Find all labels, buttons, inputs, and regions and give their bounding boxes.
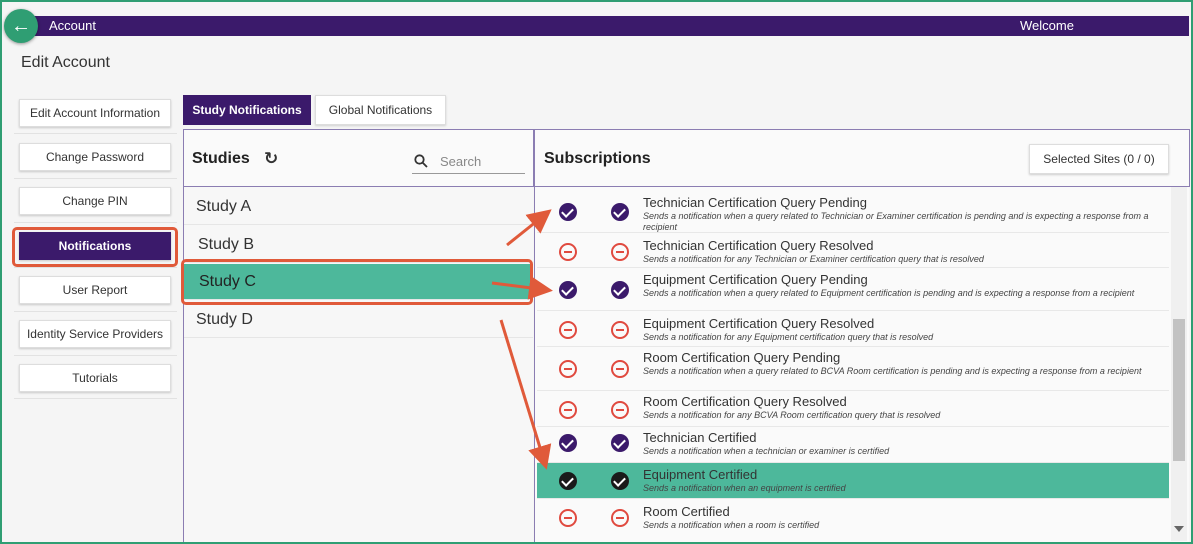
subscription-description: Sends a notification for any Equipment c… <box>643 332 934 342</box>
subscription-description: Sends a notification when a technician o… <box>643 446 890 456</box>
tab-study-notifications[interactable]: Study Notifications <box>183 95 311 125</box>
subscription-name: Room Certified <box>643 504 730 519</box>
studies-title: Studies <box>192 150 250 167</box>
minus-circle-icon[interactable] <box>611 360 629 378</box>
subscription-description: Sends a notification when an equipment i… <box>643 483 846 493</box>
subscription-name: Technician Certification Query Pending <box>643 195 868 210</box>
subscription-name: Equipment Certification Query Resolved <box>643 316 875 331</box>
subscription-row: Technician Certification Query Resolved … <box>537 234 1169 268</box>
subscription-row: Room Certification Query Resolved Sends … <box>537 392 1169 427</box>
minus-circle-icon[interactable] <box>559 360 577 378</box>
check-circle-icon[interactable] <box>559 472 577 490</box>
subscriptions-header: Subscriptions Selected Sites (0 / 0) <box>535 129 1190 187</box>
minus-circle-icon[interactable] <box>611 243 629 261</box>
subscription-name: Room Certification Query Pending <box>643 350 841 365</box>
sidebar-divider <box>14 267 177 268</box>
app-frame: Account Welcome ← Edit Account Edit Acco… <box>0 0 1193 544</box>
search-input[interactable] <box>440 152 524 170</box>
check-circle-icon[interactable] <box>611 281 629 299</box>
subscription-row: Technician Certification Query Pending S… <box>537 191 1169 233</box>
subscription-row: Equipment Certification Query Resolved S… <box>537 312 1169 347</box>
app-title: Account <box>49 18 96 33</box>
study-item-b[interactable]: Study B <box>184 227 533 263</box>
subscription-description: Sends a notification when a query relate… <box>643 288 1135 298</box>
page-title: Edit Account <box>21 54 110 71</box>
sidebar-item-edit-account-information[interactable]: Edit Account Information <box>19 99 171 127</box>
subscription-description: Sends a notification for any Technician … <box>643 254 984 264</box>
subscription-row-highlighted: Equipment Certified Sends a notification… <box>537 463 1169 499</box>
minus-circle-icon[interactable] <box>611 401 629 419</box>
minus-circle-icon[interactable] <box>559 509 577 527</box>
study-item-a[interactable]: Study A <box>184 189 533 225</box>
sidebar-item-identity-service-providers[interactable]: Identity Service Providers <box>19 320 171 348</box>
sidebar-item-change-password[interactable]: Change Password <box>19 143 171 171</box>
welcome-text: Welcome <box>1020 18 1074 33</box>
sidebar-item-tutorials[interactable]: Tutorials <box>19 364 171 392</box>
study-item-c[interactable]: Study C <box>184 264 533 300</box>
subscription-row: Technician Certified Sends a notificatio… <box>537 428 1169 463</box>
check-circle-icon[interactable] <box>611 472 629 490</box>
subscription-name: Technician Certified <box>643 430 757 445</box>
tab-global-notifications[interactable]: Global Notifications <box>315 95 446 125</box>
studies-search <box>412 150 525 174</box>
minus-circle-icon[interactable] <box>559 243 577 261</box>
check-circle-icon[interactable] <box>559 434 577 452</box>
study-item-d[interactable]: Study D <box>184 302 533 338</box>
subscription-name: Technician Certification Query Resolved <box>643 238 874 253</box>
top-bar: Account Welcome <box>12 16 1189 36</box>
check-circle-icon[interactable] <box>559 281 577 299</box>
arrow-left-icon: ← <box>11 14 31 37</box>
minus-circle-icon[interactable] <box>611 321 629 339</box>
check-circle-icon[interactable] <box>611 203 629 221</box>
subscription-name: Equipment Certification Query Pending <box>643 272 868 287</box>
selected-sites-button[interactable]: Selected Sites (0 / 0) <box>1029 144 1169 174</box>
subscriptions-panel: Subscriptions Selected Sites (0 / 0) Tec… <box>534 129 1190 542</box>
sidebar: Edit Account Information Change Password… <box>12 90 177 542</box>
sidebar-divider <box>14 178 177 179</box>
check-circle-icon[interactable] <box>611 434 629 452</box>
subscription-name: Equipment Certified <box>643 467 758 482</box>
back-button[interactable]: ← <box>4 9 38 43</box>
subscription-description: Sends a notification when a query relate… <box>643 211 1149 232</box>
minus-circle-icon[interactable] <box>611 509 629 527</box>
refresh-icon[interactable]: ↻ <box>264 149 278 169</box>
minus-circle-icon[interactable] <box>559 401 577 419</box>
check-circle-icon[interactable] <box>559 203 577 221</box>
studies-panel: Studies ↻ Study A Study B Study C Study … <box>183 129 534 542</box>
search-icon <box>414 154 428 168</box>
subscriptions-title: Subscriptions <box>544 150 651 167</box>
subscription-row: Room Certified Sends a notification when… <box>537 500 1169 536</box>
sidebar-item-notifications[interactable]: Notifications <box>19 232 171 260</box>
subscription-row: Room Certification Query Pending Sends a… <box>537 348 1169 391</box>
subscription-name: Room Certification Query Resolved <box>643 394 847 409</box>
subscription-description: Sends a notification when a query relate… <box>643 366 1142 376</box>
sidebar-divider <box>14 355 177 356</box>
sidebar-item-change-pin[interactable]: Change PIN <box>19 187 171 215</box>
subscriptions-scrollbar[interactable] <box>1171 187 1187 541</box>
sidebar-divider <box>14 222 177 223</box>
sidebar-divider <box>14 311 177 312</box>
subscription-description: Sends a notification when a room is cert… <box>643 520 820 530</box>
sidebar-item-user-report[interactable]: User Report <box>19 276 171 304</box>
scroll-down-arrow-icon[interactable] <box>1174 526 1184 532</box>
subscription-description: Sends a notification for any BCVA Room c… <box>643 410 941 420</box>
sidebar-divider <box>14 398 177 399</box>
scrollbar-thumb[interactable] <box>1173 319 1185 461</box>
sidebar-divider <box>14 133 177 134</box>
minus-circle-icon[interactable] <box>559 321 577 339</box>
studies-header: Studies ↻ <box>184 129 534 187</box>
subscription-row: Equipment Certification Query Pending Se… <box>537 269 1169 311</box>
